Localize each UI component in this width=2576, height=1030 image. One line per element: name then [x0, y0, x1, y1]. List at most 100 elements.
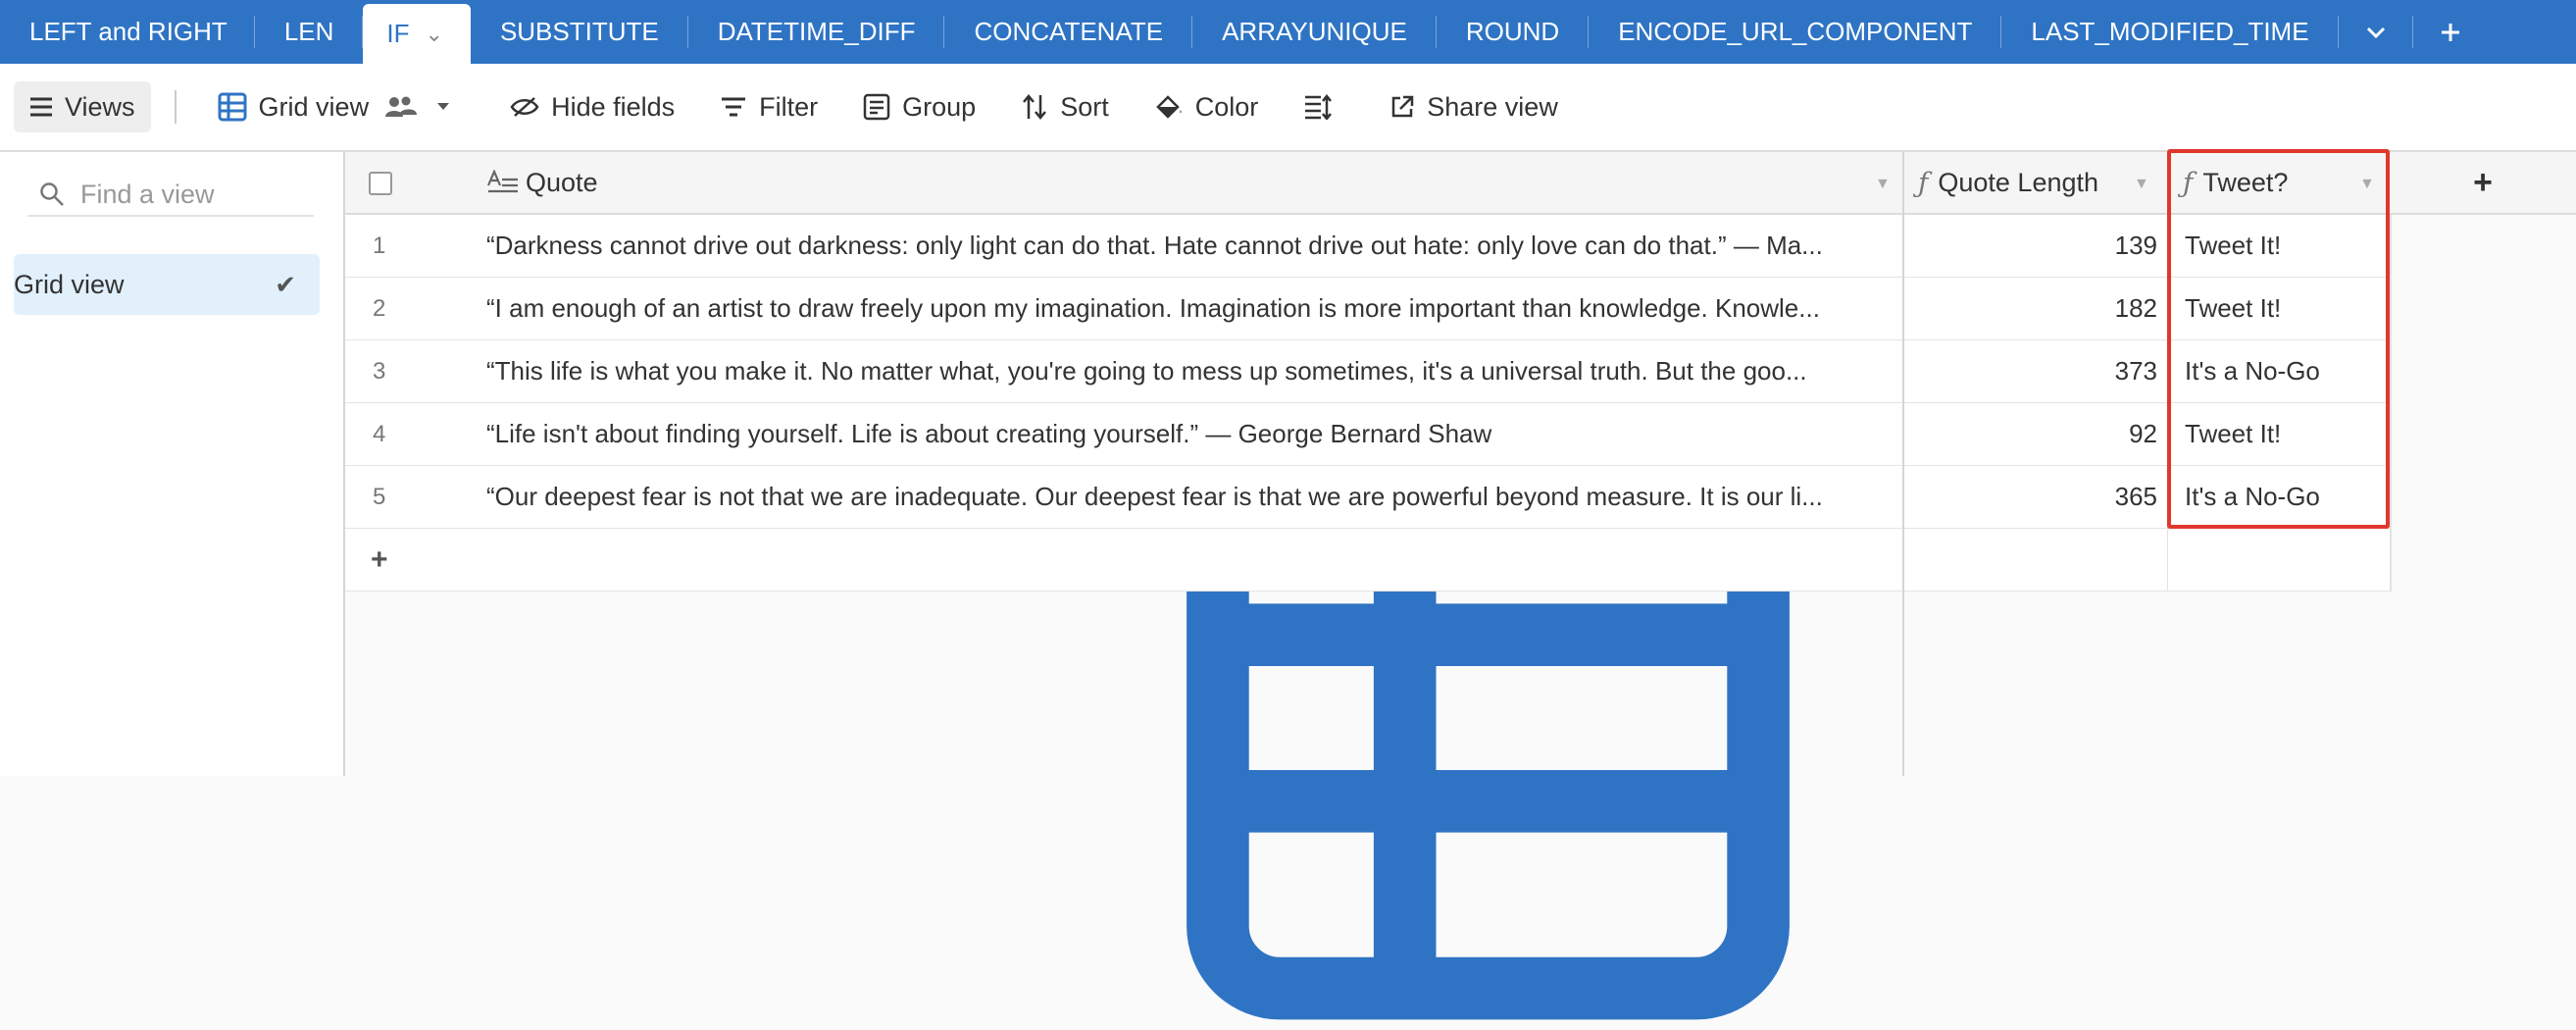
tab-label: ARRAYUNIQUE	[1222, 17, 1407, 46]
tab-if[interactable]: IF ⌄	[363, 4, 471, 64]
hide-fields-button[interactable]: Hide fields	[510, 92, 675, 123]
tweet-value: It's a No-Go	[2185, 482, 2320, 511]
caret-down-icon	[437, 103, 450, 110]
tab-label: ENCODE_URL_COMPONENT	[1618, 17, 1973, 46]
share-view-button[interactable]: Share view	[1389, 92, 1558, 123]
add-row-spacer	[1904, 529, 2390, 592]
add-table-button[interactable]	[2413, 0, 2488, 64]
tweet-value: It's a No-Go	[2185, 356, 2320, 386]
tab-label: LEFT and RIGHT	[29, 17, 227, 46]
tab-encode-url-component[interactable]: ENCODE_URL_COMPONENT	[1589, 0, 2002, 64]
views-label: Views	[65, 91, 135, 122]
quote-cell[interactable]: “Life isn't about finding yourself. Life…	[486, 403, 1904, 466]
tab-arrayunique[interactable]: ARRAYUNIQUE	[1192, 0, 1437, 64]
frozen-column-divider	[1902, 152, 1904, 776]
color-label: Color	[1194, 91, 1259, 122]
formula-field-icon: ƒ	[2183, 166, 2194, 199]
group-button[interactable]: Group	[863, 92, 976, 123]
sidebar-item-grid-view[interactable]: Grid view ✔	[14, 254, 1790, 1020]
row-number[interactable]: 2	[345, 278, 486, 340]
table-tab-bar: LEFT and RIGHT LEN IF ⌄ SUBSTITUTE DATET…	[0, 0, 2576, 64]
tab-left-and-right[interactable]: LEFT and RIGHT	[0, 0, 255, 64]
quote-cell[interactable]: “Our deepest fear is not that we are ina…	[486, 466, 1904, 529]
plus-icon: +	[2473, 163, 2493, 201]
tab-label: SUBSTITUTE	[499, 17, 659, 46]
plus-icon	[2441, 23, 2459, 41]
row-number-label: 4	[373, 420, 386, 447]
tab-label: ROUND	[1465, 17, 1560, 46]
tab-substitute[interactable]: SUBSTITUTE	[471, 0, 688, 64]
view-switcher-button[interactable]: Grid view	[218, 92, 464, 123]
share-icon	[1392, 95, 1414, 118]
row-number[interactable]: 1	[345, 215, 486, 278]
caret-down-icon[interactable]: ▼	[2134, 176, 2149, 193]
caret-down-icon[interactable]: ▼	[1875, 176, 1891, 193]
filter-button[interactable]: Filter	[720, 92, 818, 123]
more-tabs-button[interactable]	[2339, 0, 2413, 64]
caret-down-icon[interactable]: ▼	[2359, 176, 2375, 193]
quote-length-column-header[interactable]: ƒ Quote Length ▼	[1904, 152, 2169, 215]
tweet-cell[interactable]: Tweet It!	[2169, 403, 2390, 466]
row-number[interactable]: 4	[345, 403, 486, 466]
find-view-input[interactable]: Find a view	[27, 174, 314, 217]
tweet-cell[interactable]: Tweet It!	[2169, 278, 2390, 340]
add-row-button[interactable]: +	[345, 529, 1904, 592]
sort-icon	[1023, 94, 1047, 120]
quote-column-header[interactable]: Quote	[486, 168, 598, 198]
tweet-column-header[interactable]: ƒ Tweet? ▼	[2169, 152, 2390, 215]
column-label: Tweet?	[2202, 167, 2289, 197]
select-all-checkbox[interactable]	[369, 172, 392, 195]
quote-cell[interactable]: “I am enough of an artist to draw freely…	[486, 278, 1904, 340]
tab-datetime-diff[interactable]: DATETIME_DIFF	[688, 0, 945, 64]
share-view-label: Share view	[1427, 91, 1558, 122]
tweet-cell[interactable]: It's a No-Go	[2169, 340, 2390, 403]
quote-length-value: 365	[2114, 482, 2157, 511]
tweet-value: Tweet It!	[2185, 293, 2282, 323]
column-divider	[2390, 215, 2392, 592]
color-button[interactable]: Color	[1154, 91, 1259, 123]
quote-cell[interactable]: “This life is what you make it. No matte…	[486, 340, 1904, 403]
tab-last-modified-time[interactable]: LAST_MODIFIED_TIME	[2001, 0, 2339, 64]
quote-length-cell[interactable]: 139	[1904, 215, 2169, 278]
filter-label: Filter	[759, 91, 819, 122]
quote-length-value: 139	[2114, 231, 2157, 260]
tweet-cell[interactable]: It's a No-Go	[2169, 466, 2390, 529]
views-button[interactable]: Views	[14, 81, 151, 132]
tweet-value: Tweet It!	[2185, 419, 2282, 448]
quote-length-cell[interactable]: 182	[1904, 278, 2169, 340]
tab-concatenate[interactable]: CONCATENATE	[944, 0, 1192, 64]
column-divider	[2167, 152, 2168, 592]
plus-icon: +	[371, 542, 388, 576]
tab-label: LAST_MODIFIED_TIME	[2031, 17, 2309, 46]
quote-text: “Darkness cannot drive out darkness: onl…	[486, 231, 1823, 260]
group-icon	[863, 93, 890, 121]
quote-text: “This life is what you make it. No matte…	[486, 356, 1807, 386]
quote-length-cell[interactable]: 92	[1904, 403, 2169, 466]
sort-button[interactable]: Sort	[1021, 92, 1109, 123]
hide-fields-icon	[510, 97, 539, 117]
sidebar-item-label: Grid view	[14, 269, 125, 299]
quote-length-cell[interactable]: 373	[1904, 340, 2169, 403]
add-field-button[interactable]: +	[2390, 152, 2576, 215]
hamburger-icon	[30, 97, 52, 117]
row-number[interactable]: 5	[345, 466, 486, 529]
tab-len[interactable]: LEN	[255, 0, 364, 64]
tweet-value: Tweet It!	[2185, 231, 2282, 260]
tweet-cell[interactable]: Tweet It!	[2169, 215, 2390, 278]
tab-round[interactable]: ROUND	[1437, 0, 1590, 64]
long-text-field-icon	[486, 170, 518, 193]
quote-length-cell[interactable]: 365	[1904, 466, 2169, 529]
column-label: Quote Length	[1938, 167, 2099, 197]
search-icon	[40, 182, 64, 206]
chevron-down-icon[interactable]: ⌄	[426, 22, 443, 47]
find-view-placeholder: Find a view	[80, 179, 215, 209]
quote-text: “I am enough of an artist to draw freely…	[486, 293, 1820, 323]
row-height-button[interactable]	[1303, 94, 1344, 120]
quote-length-value: 92	[2129, 419, 2157, 448]
primary-header-row: Quote ▼	[345, 152, 1904, 215]
filter-icon	[722, 97, 746, 117]
quote-cell[interactable]: “Darkness cannot drive out darkness: onl…	[486, 215, 1904, 278]
quote-text: “Our deepest fear is not that we are ina…	[486, 482, 1823, 511]
row-number[interactable]: 3	[345, 340, 486, 403]
paint-bucket-icon	[1155, 95, 1182, 119]
